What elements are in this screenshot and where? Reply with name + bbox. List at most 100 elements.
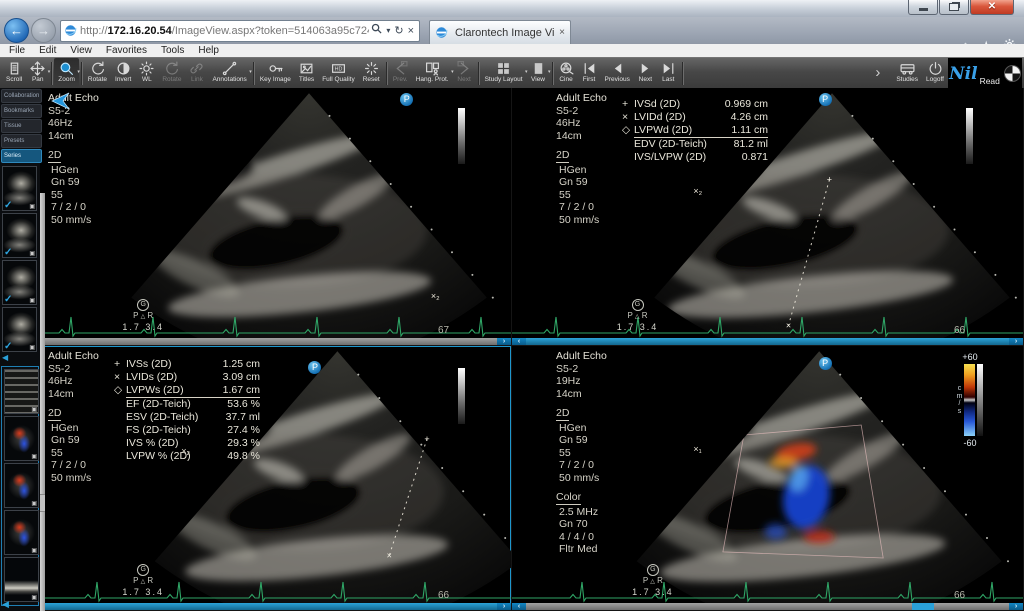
- viewport-top-right[interactable]: +×Adult EchoS5-246Hz14cm2DHGenGn 59557 /…: [512, 88, 1024, 346]
- scrollbar-grip[interactable]: [40, 494, 45, 512]
- series-thumbnail[interactable]: ✓▣: [2, 307, 37, 352]
- info-line: 14cm: [48, 130, 99, 143]
- toolbar-button-next[interactable]: Next: [634, 58, 657, 89]
- dropdown-caret-icon[interactable]: ▾: [77, 69, 80, 75]
- menu-item-view[interactable]: View: [63, 45, 99, 56]
- toolbar-button-studies[interactable]: Studies: [892, 58, 922, 89]
- color-mode-label: Color: [556, 484, 607, 506]
- toolbar-button-wl[interactable]: WL: [135, 58, 158, 89]
- series-thumbnail[interactable]: ▣: [4, 557, 39, 602]
- cine-progress-track[interactable]: [40, 603, 497, 610]
- toolbar-button-previous[interactable]: Previous: [601, 58, 634, 89]
- cine-step-forward-button[interactable]: ›: [1009, 603, 1023, 610]
- scale-max-value: +60: [949, 352, 991, 362]
- search-dropdown-icon[interactable]: ▾: [384, 22, 392, 40]
- cine-progress-track[interactable]: [526, 603, 1009, 610]
- collapse-left-icon[interactable]: ◀: [2, 353, 8, 362]
- dropdown-caret-icon[interactable]: ▾: [548, 69, 551, 75]
- browser-tab[interactable]: Clarontech Image Vi... ×: [429, 20, 571, 44]
- sidebar-tab-bookmarks[interactable]: Bookmarks: [1, 104, 42, 118]
- cine-progress-track[interactable]: [40, 338, 497, 345]
- refresh-icon[interactable]: ↻: [392, 22, 405, 40]
- cine-scrollbar[interactable]: ›: [40, 338, 511, 345]
- measurement-label: IVSd (2D): [634, 98, 722, 111]
- cine-scrollbar[interactable]: ›: [40, 603, 511, 610]
- series-thumbnail[interactable]: ▣: [4, 510, 39, 555]
- viewport-bottom-left[interactable]: +×Adult EchoS5-246Hz14cm2DHGenGn 59557 /…: [40, 346, 512, 611]
- series-thumbnail[interactable]: ✓▣: [2, 213, 37, 258]
- toolbar-button-cine[interactable]: Cine: [555, 58, 578, 89]
- toolbar-button-pan[interactable]: Pan▾: [26, 58, 49, 89]
- series-thumbnail[interactable]: ✓▣: [2, 166, 37, 211]
- sidebar-tab-series[interactable]: Series: [1, 149, 42, 163]
- menu-item-edit[interactable]: Edit: [32, 45, 63, 56]
- measurement-label: IVS/LVPW (2D): [634, 151, 722, 164]
- viewport-top-left[interactable]: Adult EchoS5-246Hz14cm2DHGenGn 59557 / 2…: [40, 88, 512, 346]
- restore-icon: [949, 3, 959, 11]
- forward-button[interactable]: →: [31, 18, 56, 43]
- physio-gain-icon: G: [632, 299, 644, 311]
- menu-item-favorites[interactable]: Favorites: [99, 45, 154, 56]
- cine-step-back-button[interactable]: ‹: [512, 338, 526, 345]
- cine-step-back-button[interactable]: ‹: [512, 603, 526, 610]
- sidebar-tab-presets[interactable]: Presets: [1, 134, 42, 148]
- ultrasound-image[interactable]: [40, 88, 512, 346]
- minimize-button[interactable]: [908, 0, 938, 15]
- dropdown-caret-icon[interactable]: ▾: [48, 69, 51, 75]
- toolbar-button-scroll[interactable]: Scroll: [2, 58, 26, 89]
- toolbar-button-label: Zoom: [58, 76, 75, 83]
- toolbar-button-reset[interactable]: Reset: [359, 58, 384, 89]
- series-thumbnail[interactable]: ▣: [4, 416, 39, 461]
- sidebar-tab-tissue[interactable]: Tissue: [1, 119, 42, 133]
- grayscale-bar: [966, 108, 973, 164]
- restore-button[interactable]: [939, 0, 969, 15]
- toolbar-button-annotations[interactable]: Annotations▾: [208, 58, 250, 89]
- measurement-row: EDV (2D-Teich)81.2 ml: [622, 138, 768, 151]
- toolbar-button-key-image[interactable]: Key Image: [256, 58, 295, 89]
- series-thumbnail[interactable]: ▣: [4, 463, 39, 508]
- cine-step-forward-button[interactable]: ›: [497, 603, 511, 610]
- toolbar-button-logoff[interactable]: Logoff: [922, 58, 948, 89]
- search-icon[interactable]: [369, 22, 384, 40]
- title-bar[interactable]: ✕: [0, 0, 1024, 18]
- toolbar-button-rotate[interactable]: Rotate: [84, 58, 111, 89]
- menu-item-file[interactable]: File: [2, 45, 32, 56]
- collapse-left-icon[interactable]: ◀: [2, 599, 9, 610]
- ultrasound-image[interactable]: +×: [40, 346, 512, 611]
- close-button[interactable]: ✕: [970, 0, 1014, 15]
- cine-scrollbar[interactable]: ‹›: [512, 338, 1023, 345]
- cine-step-forward-button[interactable]: ›: [497, 338, 511, 345]
- toolbar-overflow-icon[interactable]: ›: [875, 64, 880, 81]
- stop-icon[interactable]: ×: [406, 22, 416, 40]
- url-input[interactable]: http://172.16.20.54/ImageView.aspx?token…: [60, 20, 420, 42]
- viewport-bottom-right[interactable]: Adult EchoS5-219Hz14cm2DHGenGn 59557 / 2…: [512, 346, 1024, 611]
- tab-close-icon[interactable]: ×: [559, 27, 565, 38]
- cine-scrollbar[interactable]: ‹›: [512, 603, 1023, 610]
- toolbar-button-first[interactable]: First: [578, 58, 601, 89]
- cine-position-thumb[interactable]: [912, 603, 934, 610]
- toolbar-button-invert[interactable]: Invert: [111, 58, 135, 89]
- measurement-marker: ◇: [622, 124, 633, 137]
- check-icon: ✓: [4, 294, 12, 305]
- info-line: HGen: [48, 164, 99, 177]
- toolbar-button-study-layout[interactable]: Study Layout▾: [481, 58, 527, 89]
- series-thumbnail[interactable]: ✓▣: [2, 260, 37, 305]
- info-line: 14cm: [556, 388, 607, 401]
- cine-progress-track[interactable]: [526, 338, 1009, 345]
- toolbar-button-full-quality[interactable]: HDFull Quality: [318, 58, 359, 89]
- sidebar-scrollbar[interactable]: [40, 193, 45, 611]
- toolbar-button-zoom[interactable]: Zoom▾: [54, 58, 79, 89]
- toolbar-button-last[interactable]: Last: [657, 58, 680, 89]
- dropdown-caret-icon[interactable]: ▾: [249, 69, 252, 75]
- toolbar-button-view[interactable]: View▾: [527, 58, 550, 89]
- menu-item-tools[interactable]: Tools: [154, 45, 191, 56]
- menu-item-help[interactable]: Help: [191, 45, 226, 56]
- toolbar-button-hang-prot[interactable]: Hang. Prot.▾: [412, 58, 453, 89]
- back-button[interactable]: ←: [4, 18, 29, 43]
- grayscale-bar: [458, 368, 465, 424]
- series-thumbnail[interactable]: ▣: [4, 369, 39, 414]
- sidebar-tab-collaboration[interactable]: Collaboration: [1, 89, 42, 103]
- cine-step-forward-button[interactable]: ›: [1009, 338, 1023, 345]
- physio-row: P △ R: [617, 311, 659, 322]
- toolbar-button-titles[interactable]: Titles: [295, 58, 318, 89]
